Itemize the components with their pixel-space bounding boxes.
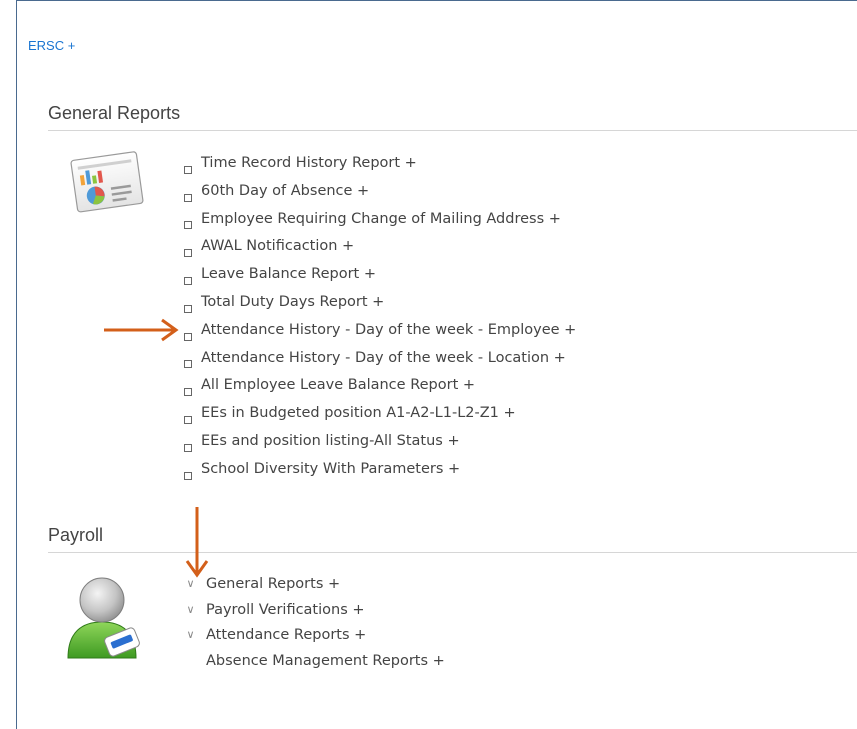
payroll-header: Payroll — [48, 525, 857, 553]
square-bullet-icon — [184, 388, 192, 397]
list-item[interactable]: EEs and position listing-All Status + — [184, 428, 576, 456]
list-item[interactable]: EEs in Budgeted position A1-A2-L1-L2-Z1 … — [184, 400, 576, 428]
list-item[interactable]: ∨ Payroll Verifications + — [184, 598, 445, 624]
general-reports-list: Time Record History Report + 60th Day of… — [184, 150, 576, 484]
annotation-arrow-right-icon — [104, 318, 179, 342]
square-bullet-icon — [184, 332, 192, 341]
square-bullet-icon — [184, 165, 192, 174]
square-bullet-icon — [184, 471, 192, 480]
square-bullet-icon — [184, 221, 192, 230]
chevron-down-icon[interactable]: ∨ — [184, 622, 197, 648]
user-badge-icon — [67, 577, 140, 659]
square-bullet-icon — [184, 360, 192, 369]
ersc-link[interactable]: ERSC + — [28, 38, 75, 53]
list-item[interactable]: All Employee Leave Balance Report + — [184, 372, 576, 400]
square-bullet-icon — [184, 304, 192, 313]
list-item[interactable]: Time Record History Report + — [184, 150, 576, 178]
list-item[interactable]: Absence Management Reports + — [184, 649, 445, 675]
chevron-down-icon[interactable]: ∨ — [184, 597, 197, 623]
square-bullet-icon — [184, 443, 192, 452]
list-item[interactable]: Total Duty Days Report + — [184, 289, 576, 317]
list-item[interactable]: ∨ Attendance Reports + — [184, 623, 445, 649]
square-bullet-icon — [184, 193, 192, 202]
list-item[interactable]: Attendance History - Day of the week - E… — [184, 317, 576, 345]
list-item[interactable]: School Diversity With Parameters + — [184, 456, 576, 484]
list-item[interactable]: ∨ General Reports + — [184, 572, 445, 598]
list-item[interactable]: 60th Day of Absence + — [184, 178, 576, 206]
list-item[interactable]: AWAL Notificaction + — [184, 233, 576, 261]
payroll-list: ∨ General Reports + ∨ Payroll Verification… — [184, 572, 445, 675]
square-bullet-icon — [184, 416, 192, 425]
list-item[interactable]: Attendance History - Day of the week - L… — [184, 345, 576, 373]
list-item[interactable]: Leave Balance Report + — [184, 261, 576, 289]
general-reports-header: General Reports — [48, 103, 857, 131]
square-bullet-icon — [184, 277, 192, 286]
square-bullet-icon — [184, 249, 192, 258]
list-item[interactable]: Employee Requiring Change of Mailing Add… — [184, 206, 576, 234]
report-chart-icon — [70, 151, 144, 213]
annotation-arrow-down-icon — [185, 507, 209, 578]
